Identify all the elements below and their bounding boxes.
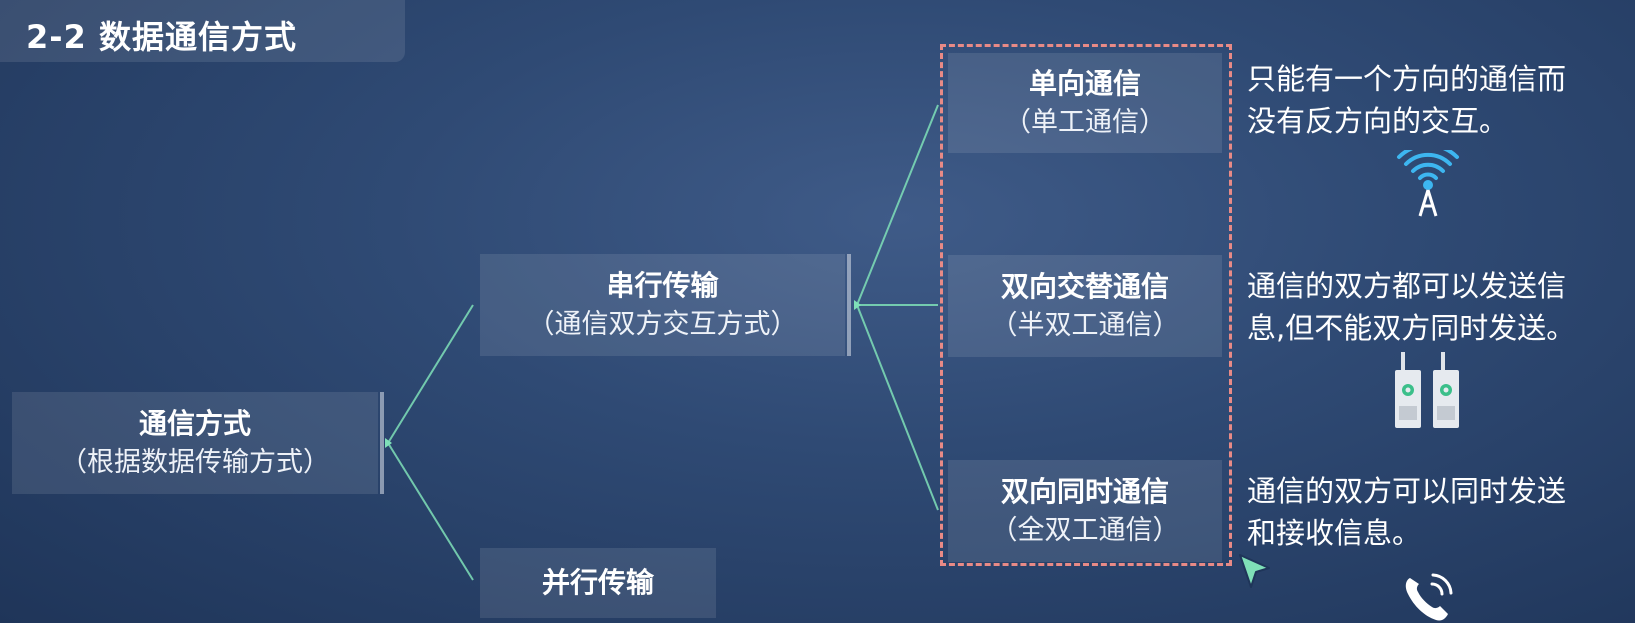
parallel-node: 并行传输 <box>480 548 716 618</box>
mode-node-full-duplex: 双向同时通信 （全双工通信） <box>948 460 1222 562</box>
mode-node-sub: （单工通信） <box>1004 107 1166 138</box>
root-node-bar <box>380 392 384 494</box>
serial-node-bar <box>847 254 851 356</box>
mode-node-simplex: 单向通信 （单工通信） <box>948 53 1222 153</box>
root-node-sub: （根据数据传输方式） <box>60 447 330 478</box>
mode-description-full-duplex: 通信的双方可以同时发送 和接收信息。 <box>1247 470 1566 554</box>
description-line: 通信的双方可以同时发送 <box>1247 474 1567 508</box>
description-line: 没有反方向的交互。 <box>1247 104 1509 138</box>
parallel-node-label: 并行传输 <box>541 566 654 599</box>
title-panel: 2-2 数据通信方式 <box>0 0 405 62</box>
connector-root-serial <box>387 304 474 444</box>
connector-root-parallel <box>387 442 474 581</box>
description-line: 和接收信息。 <box>1247 516 1422 550</box>
connector-serial-simplex <box>856 104 939 306</box>
mode-description-half-duplex: 通信的双方都可以发送信 息,但不能双方同时发送。 <box>1247 265 1575 349</box>
page-title: 2-2 数据通信方式 <box>26 18 297 56</box>
phone-icon <box>1405 573 1453 621</box>
description-line: 通信的双方都可以发送信 <box>1247 269 1567 303</box>
mode-node-label: 双向交替通信 <box>1000 270 1169 303</box>
mode-description-simplex: 只能有一个方向的通信而 没有反方向的交互。 <box>1247 58 1566 142</box>
mode-node-label: 双向同时通信 <box>1000 475 1169 508</box>
cursor-icon <box>1239 554 1270 588</box>
serial-node-label: 串行传输 <box>606 269 719 302</box>
description-line: 息,但不能双方同时发送。 <box>1247 311 1576 345</box>
serial-node: 串行传输 （通信双方交互方式） <box>480 254 851 356</box>
connector-serial-fullduplex <box>856 304 939 511</box>
mode-node-half-duplex: 双向交替通信 （半双工通信） <box>948 255 1222 357</box>
mode-node-label: 单向通信 <box>1028 67 1141 100</box>
walkie-talkie-icon <box>1395 352 1459 428</box>
root-node: 通信方式 （根据数据传输方式） <box>12 392 384 494</box>
mode-node-sub: （半双工通信） <box>990 310 1180 341</box>
mode-node-sub: （全双工通信） <box>990 515 1180 546</box>
serial-node-sub: （通信双方交互方式） <box>527 309 798 340</box>
description-line: 只能有一个方向的通信而 <box>1247 62 1567 96</box>
radio-tower-icon <box>1397 150 1459 217</box>
root-node-label: 通信方式 <box>138 407 251 440</box>
